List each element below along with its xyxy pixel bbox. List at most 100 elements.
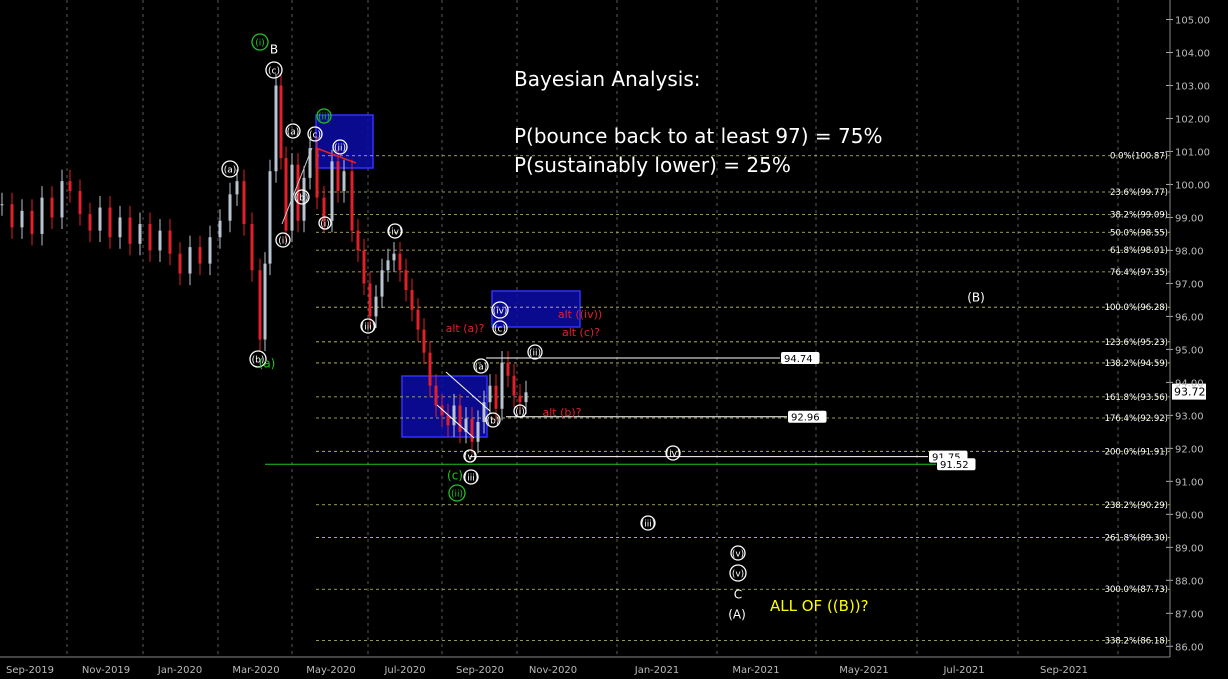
wave-label-iii3: (iii) [641, 520, 656, 530]
wave-label-a3: (a) [224, 166, 237, 176]
candle-body [118, 217, 122, 238]
wave-label-green-a: (a) [259, 357, 276, 371]
wave-label-ii2: (ii) [529, 349, 541, 359]
candle-body [208, 237, 212, 264]
y-tick-label: 100.00 [1175, 180, 1210, 191]
x-tick-label: May-2020 [306, 665, 356, 676]
candle-body [138, 224, 142, 244]
y-tick-label: 96.00 [1175, 312, 1204, 323]
y-tick-label: 101.00 [1175, 147, 1210, 158]
y-tick-label: 90.00 [1175, 510, 1204, 521]
y-tick-label: 88.00 [1175, 576, 1204, 587]
y-tick-label: 95.00 [1175, 345, 1204, 356]
candle-body [458, 405, 462, 432]
candle-body [386, 260, 390, 271]
wave-label-green-i: (i) [255, 39, 265, 49]
fib-label: 76.4%(97.35) [1110, 268, 1168, 278]
fib-label: 161.8%(93.56) [1105, 393, 1168, 403]
candle-body [279, 85, 283, 159]
wave-label-iii2: (iii) [464, 474, 479, 484]
candle-body [374, 296, 378, 317]
candle-body [470, 418, 474, 442]
y-tick-label: 86.00 [1175, 642, 1204, 653]
candle-body [362, 250, 366, 284]
candle-body [404, 270, 408, 291]
wave-label-c3: (c) [494, 325, 506, 335]
candle-body [494, 385, 498, 409]
candle-body [250, 224, 254, 271]
x-tick-label: Jul-2020 [383, 665, 425, 676]
candle-body [228, 194, 232, 221]
y-tick-label: 89.00 [1175, 543, 1204, 554]
candle-body [398, 253, 402, 271]
candle-body [368, 283, 372, 317]
candle-body [452, 405, 456, 426]
fib-label: 261.8%(89.30) [1105, 533, 1168, 543]
candle-body [268, 171, 272, 264]
candle-body [330, 161, 334, 221]
fib-label: 38.2%(99.09) [1110, 210, 1168, 220]
wave-label-c: (c) [268, 67, 280, 77]
x-tick-label: Mar-2021 [732, 665, 779, 676]
wave-label-v: (v) [464, 453, 476, 463]
price-chart: 0.0%(100.87) 23.6%(99.77) 38.2%(99.09) 50.0… [0, 0, 1210, 676]
wave-label-green-c: (c) [447, 469, 463, 483]
candle-body [50, 197, 54, 218]
y-tick-label: 103.00 [1175, 81, 1210, 92]
y-tick-label: 99.00 [1175, 213, 1204, 224]
x-tick-label: Jan-2021 [634, 665, 679, 676]
level-94-74-label: 94.74 [784, 354, 813, 365]
candle-body [168, 230, 172, 254]
candle-body [416, 309, 420, 330]
wave-label-C: C [734, 588, 742, 602]
candle-body [336, 161, 340, 192]
level-91-52-label: 91.52 [940, 460, 969, 471]
x-tick-label: Nov-2020 [529, 665, 577, 676]
fib-label: 0.0%(100.87) [1110, 152, 1168, 162]
y-tick-label: 94.00 [1175, 378, 1204, 389]
x-tick-label: Sep-2020 [456, 665, 504, 676]
wave-label-alt-iv: alt ((iv)) [558, 308, 602, 321]
candle-body [446, 415, 450, 426]
candle-body [68, 181, 72, 192]
candle-body [392, 253, 396, 261]
candle-body [488, 385, 492, 403]
y-tick-label: 105.00 [1175, 16, 1210, 27]
candle-body [512, 375, 516, 396]
wave-label-green-ii: (ii) [451, 490, 463, 500]
fib-label: 23.6%(99.77) [1110, 188, 1168, 198]
candle-body [158, 230, 162, 251]
candle-body [258, 270, 262, 340]
fib-label: 300.0%(87.73) [1105, 585, 1168, 595]
x-tick-label: Mar-2020 [232, 665, 279, 676]
wave-label-iv: (iv) [388, 228, 403, 238]
candle-body [98, 207, 102, 231]
candle-body [380, 270, 384, 297]
fib-label: 100.0%(96.28) [1105, 303, 1168, 313]
candle-body [218, 220, 222, 238]
x-tick-label: Jul-2021 [942, 665, 984, 676]
candle-body [128, 217, 132, 244]
axes: 105.00 104.00 103.00 102.00 101.00 100.00 99.0… [0, 0, 1210, 676]
candle-body [434, 385, 438, 406]
y-tick-label: 91.00 [1175, 477, 1204, 488]
candle-body [284, 158, 288, 231]
wave-label-i2: (i) [320, 220, 330, 230]
wave-label-a2: (a) [475, 363, 488, 373]
level-92-96-label: 92.96 [791, 413, 820, 424]
candle-body [315, 148, 319, 198]
wave-label-i3: (i) [515, 408, 525, 418]
x-tick-label: Nov-2019 [82, 665, 130, 676]
candle-body [30, 210, 34, 234]
candle-body [476, 421, 480, 442]
y-tick-label: 87.00 [1175, 609, 1204, 620]
wave-label-c2: (c) [309, 131, 321, 141]
y-tick-label: 93.00 [1175, 411, 1204, 422]
candle-body [108, 207, 112, 238]
y-tick-label: 104.00 [1175, 48, 1210, 59]
candle-body [242, 181, 246, 225]
target-box [401, 375, 488, 438]
y-tick-label: 97.00 [1175, 279, 1204, 290]
wave-label-i: (i) [278, 237, 288, 247]
x-tick-label: Sep-2021 [1040, 665, 1088, 676]
